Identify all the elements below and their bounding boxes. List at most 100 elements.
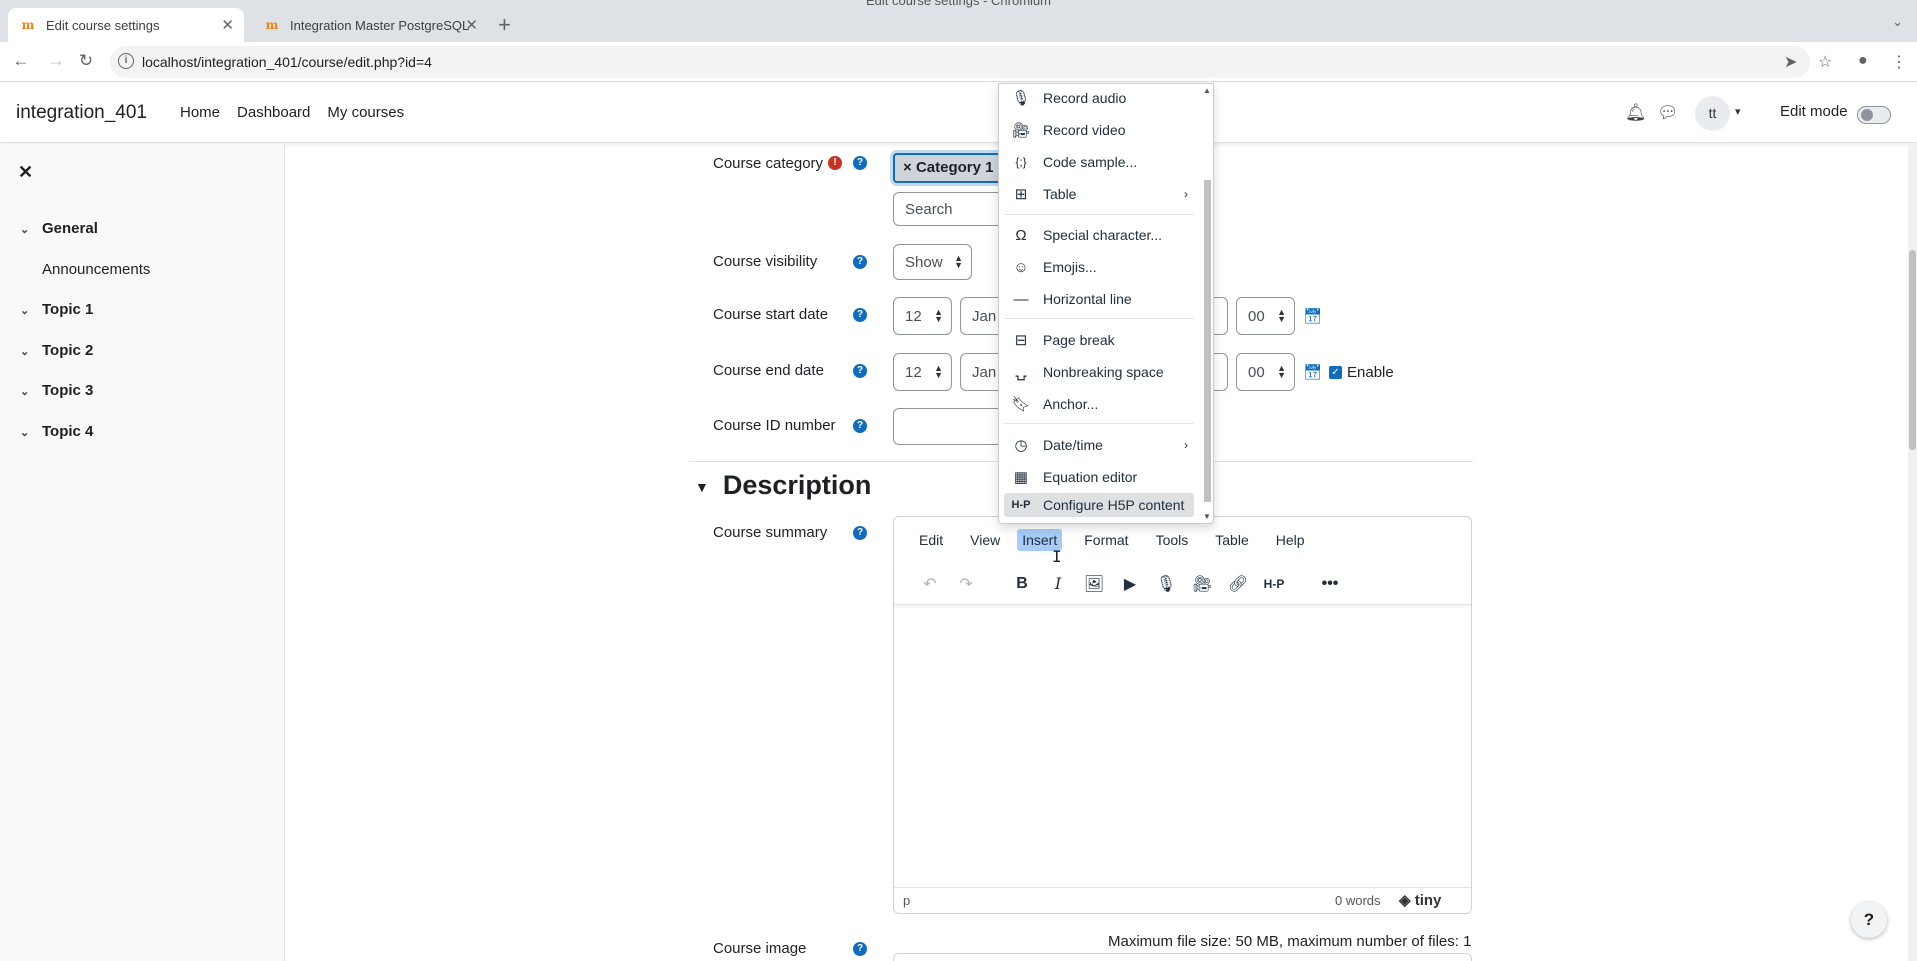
menu-item-record-video[interactable]: 🎥︎ Record video bbox=[1004, 118, 1194, 142]
more-icon[interactable]: ••• bbox=[1312, 575, 1348, 593]
menu-item-configure-h5p[interactable]: H-P Configure H5P content bbox=[1004, 493, 1194, 517]
menu-format[interactable]: Format bbox=[1079, 529, 1133, 551]
element-path[interactable]: p bbox=[903, 893, 910, 908]
chat-icon[interactable]: 💬︎ bbox=[1657, 103, 1679, 123]
visibility-select[interactable]: Show ▲ ▼ bbox=[893, 244, 972, 280]
start-minute-select[interactable]: 00 ▲ ▼ bbox=[1236, 297, 1295, 335]
chevron-down-icon[interactable]: ▾ bbox=[1735, 105, 1741, 118]
menu-scrollbar[interactable]: ▲ ▼ bbox=[1201, 84, 1213, 523]
bookmark-star-icon[interactable]: ☆ bbox=[1818, 52, 1832, 72]
drawer-section-topic-2[interactable]: ⌄ Topic 2 bbox=[20, 342, 93, 359]
nav-home[interactable]: Home bbox=[180, 104, 220, 121]
file-picker[interactable] bbox=[893, 953, 1472, 961]
drawer-section-topic-4[interactable]: ⌄ Topic 4 bbox=[20, 423, 93, 440]
tab-integration-master[interactable]: m Integration Master PostgreSQL ✕ bbox=[252, 8, 488, 42]
close-icon[interactable]: ✕ bbox=[221, 16, 234, 34]
start-month-select[interactable]: Jan bbox=[960, 297, 1000, 335]
end-month-select[interactable]: Jan bbox=[960, 353, 1000, 391]
start-day-select[interactable]: 12 ▲ ▼ bbox=[893, 297, 952, 335]
info-icon[interactable]: i bbox=[118, 53, 134, 69]
italic-icon[interactable]: I bbox=[1040, 574, 1076, 593]
link-icon[interactable]: 🔗︎ bbox=[1220, 574, 1256, 594]
help-icon[interactable]: ? bbox=[853, 526, 867, 540]
description-section-heading[interactable]: ▼ Description bbox=[695, 470, 871, 501]
close-icon[interactable]: ✕ bbox=[18, 162, 33, 183]
drawer-section-general[interactable]: ⌄ General bbox=[20, 220, 98, 237]
profile-icon[interactable]: ● bbox=[1858, 52, 1868, 70]
menu-view[interactable]: View bbox=[965, 529, 1005, 551]
close-icon[interactable]: ✕ bbox=[465, 16, 478, 34]
url-text[interactable]: localhost/integration_401/course/edit.ph… bbox=[142, 54, 432, 70]
forward-arrow-icon[interactable]: → bbox=[45, 51, 67, 71]
menu-edit[interactable]: Edit bbox=[914, 529, 948, 551]
start-hour-select-edge[interactable] bbox=[1214, 297, 1228, 335]
menu-item-special-character[interactable]: Ω Special character... bbox=[1004, 223, 1194, 247]
chevron-down-icon[interactable]: ⌄ bbox=[20, 345, 42, 358]
remove-icon[interactable]: × bbox=[903, 159, 916, 176]
menu-item-table[interactable]: ⊞ Table › bbox=[1004, 182, 1194, 206]
reload-icon[interactable]: ↻ bbox=[75, 51, 97, 71]
end-hour-select-edge[interactable] bbox=[1214, 353, 1228, 391]
kebab-menu-icon[interactable]: ⋮ bbox=[1891, 52, 1907, 72]
calendar-icon[interactable]: 📅︎ bbox=[1303, 363, 1322, 381]
end-minute-select[interactable]: 00 ▲ ▼ bbox=[1236, 353, 1295, 391]
drawer-section-topic-3[interactable]: ⌄ Topic 3 bbox=[20, 382, 93, 399]
chevron-down-icon[interactable]: ⌄ bbox=[20, 385, 42, 398]
menu-item-date-time[interactable]: ◷ Date/time › bbox=[1004, 433, 1194, 457]
selected-category-badge[interactable]: × Category 1 bbox=[893, 153, 1004, 183]
help-icon[interactable]: ? bbox=[853, 156, 867, 170]
drawer-item-announcements[interactable]: Announcements bbox=[42, 261, 150, 278]
chevron-down-icon[interactable]: ⌄ bbox=[20, 304, 42, 317]
help-button[interactable]: ? bbox=[1851, 902, 1887, 938]
video-camera-icon[interactable]: 🎥︎ bbox=[1184, 574, 1220, 594]
site-brand[interactable]: integration_401 bbox=[16, 102, 147, 124]
bold-icon[interactable]: B bbox=[1004, 575, 1040, 593]
nav-dashboard[interactable]: Dashboard bbox=[237, 104, 310, 121]
scroll-down-arrow-icon[interactable]: ▼ bbox=[1203, 512, 1211, 521]
avatar[interactable]: tt bbox=[1695, 96, 1730, 131]
tiny-logo[interactable]: ◈ tiny bbox=[1399, 891, 1441, 909]
menu-tools[interactable]: Tools bbox=[1151, 529, 1194, 551]
menu-item-record-audio[interactable]: 🎙︎ Record audio bbox=[1004, 86, 1194, 110]
menu-help[interactable]: Help bbox=[1271, 529, 1310, 551]
microphone-icon[interactable]: 🎙︎ bbox=[1148, 574, 1184, 594]
menu-item-nonbreaking-space[interactable]: ⍽ Nonbreaking space bbox=[1004, 360, 1194, 384]
chevron-down-icon[interactable]: ⌄ bbox=[20, 426, 42, 439]
end-day-select[interactable]: 12 ▲ ▼ bbox=[893, 353, 952, 391]
menu-item-code-sample[interactable]: {;} Code sample... bbox=[1004, 150, 1194, 174]
undo-icon[interactable]: ↶ bbox=[912, 574, 948, 594]
menu-item-horizontal-line[interactable]: — Horizontal line bbox=[1004, 287, 1194, 311]
menu-item-page-break[interactable]: ⊟ Page break bbox=[1004, 328, 1194, 352]
tab-edit-course-settings[interactable]: m Edit course settings ✕ bbox=[8, 8, 244, 42]
nav-my-courses[interactable]: My courses bbox=[327, 104, 404, 121]
back-arrow-icon[interactable]: ← bbox=[10, 51, 32, 71]
menu-table[interactable]: Table bbox=[1210, 529, 1253, 551]
chevron-down-icon[interactable]: ▼ bbox=[695, 479, 709, 495]
chevron-down-icon[interactable]: ⌄ bbox=[20, 223, 42, 236]
address-bar[interactable]: i localhost/integration_401/course/edit.… bbox=[110, 46, 1810, 78]
category-search-input[interactable]: Search bbox=[893, 192, 1003, 226]
help-icon[interactable]: ? bbox=[853, 942, 867, 956]
course-id-number-input[interactable] bbox=[893, 408, 1003, 445]
redo-icon[interactable]: ↷ bbox=[948, 574, 984, 594]
help-icon[interactable]: ? bbox=[853, 255, 867, 269]
edit-mode-toggle[interactable] bbox=[1857, 106, 1891, 124]
menu-item-equation-editor[interactable]: ▦ Equation editor bbox=[1004, 465, 1194, 489]
h5p-icon[interactable]: H-P bbox=[1256, 577, 1292, 591]
scroll-up-arrow-icon[interactable]: ▲ bbox=[1203, 86, 1211, 95]
bell-icon[interactable]: 🔔︎ bbox=[1625, 103, 1647, 123]
page-scrollbar[interactable] bbox=[1908, 144, 1917, 961]
media-icon[interactable]: ▶ bbox=[1112, 574, 1148, 594]
chevron-down-icon[interactable]: ⌄ bbox=[1892, 14, 1903, 30]
image-icon[interactable]: 🖼︎ bbox=[1076, 574, 1112, 594]
send-icon[interactable]: ➤ bbox=[1784, 52, 1797, 72]
checkbox-checked-icon[interactable]: ✓ bbox=[1329, 366, 1342, 379]
menu-item-emojis[interactable]: ☺ Emojis... bbox=[1004, 255, 1194, 279]
drawer-section-topic-1[interactable]: ⌄ Topic 1 bbox=[20, 301, 93, 318]
help-icon[interactable]: ? bbox=[853, 419, 867, 433]
calendar-icon[interactable]: 📅︎ bbox=[1303, 307, 1322, 325]
menu-item-anchor[interactable]: 🔖︎ Anchor... bbox=[1004, 392, 1194, 416]
help-icon[interactable]: ? bbox=[853, 364, 867, 378]
help-icon[interactable]: ? bbox=[853, 308, 867, 322]
end-date-enable[interactable]: ✓ Enable bbox=[1329, 364, 1394, 381]
